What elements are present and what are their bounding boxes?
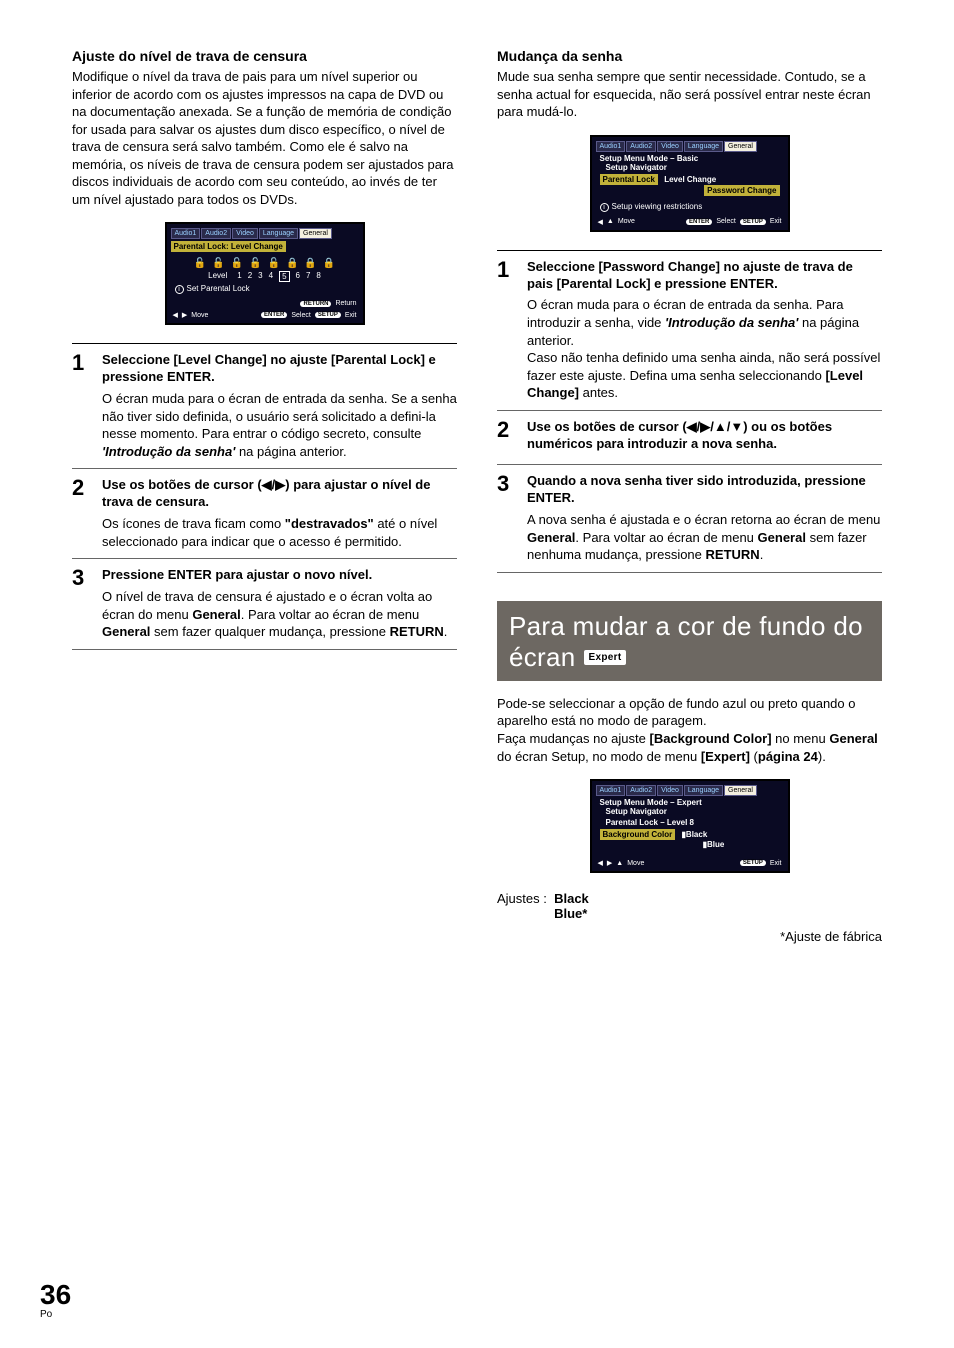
step-3: 3 Pressione ENTER para ajustar o novo ní…	[72, 567, 457, 650]
step-title: Seleccione [Level Change] no ajuste [Par…	[102, 352, 457, 386]
ui-bar: Parental Lock: Level Change	[171, 241, 286, 252]
left-column: Ajuste do nível de trava de censura Modi…	[72, 48, 457, 944]
page-footer: 36 Po	[40, 1281, 71, 1320]
lock-open-icon: 🔓	[212, 258, 224, 269]
ui-tab: Audio2	[201, 228, 231, 239]
step-title: Pressione ENTER para ajustar o novo níve…	[102, 567, 457, 584]
level-selected: 5	[279, 271, 289, 282]
info-icon: i	[175, 285, 184, 294]
step-desc: O nível de trava de censura é ajustado e…	[102, 588, 457, 641]
ui-tab: Audio1	[171, 228, 201, 239]
cursor-up-icon: ▲	[607, 218, 614, 225]
cursor-right-icon: ▶	[182, 311, 187, 319]
ajustes-list: Ajustes : Black Ajustes : Blue*	[497, 891, 882, 921]
return-pill: RETURN	[300, 301, 331, 307]
ui-parental-level: Audio1 Audio2 Video Language General Par…	[165, 222, 365, 325]
step-2: 2 Use os botões de cursor (◀/▶) para aju…	[72, 477, 457, 559]
enter-pill: ENTER	[261, 312, 287, 318]
lock-closed-icon: 🔒	[323, 258, 335, 269]
step-2: 2 Use os botões de cursor (◀/▶/▲/▼) ou o…	[497, 419, 882, 466]
cursor-left-icon: ◀	[173, 311, 178, 319]
right-heading: Mudança da senha	[497, 48, 882, 64]
step-3: 3 Quando a nova senha tiver sido introdu…	[497, 473, 882, 572]
ui-tab-active: General	[299, 228, 332, 239]
cursor-left-icon: ◀	[598, 218, 603, 226]
step-1: 1 Seleccione [Level Change] no ajuste [P…	[72, 352, 457, 469]
ui-background-color: Audio1 Audio2 Video Language General Set…	[590, 779, 790, 873]
cursor-right-icon: ▶	[607, 859, 612, 867]
lock-open-icon: 🔓	[231, 258, 243, 269]
step-1: 1 Seleccione [Password Change] no ajuste…	[497, 259, 882, 411]
level-label: Level	[208, 271, 227, 282]
step-title: Use os botões de cursor (◀/▶) para ajust…	[102, 477, 457, 511]
lock-closed-icon: 🔒	[304, 258, 316, 269]
left-intro: Modifique o nível da trava de pais para …	[72, 68, 457, 208]
cursor-up-icon: ▲	[616, 860, 623, 867]
after-banner-text: Pode-se seleccionar a opção de fundo azu…	[497, 695, 882, 765]
section-banner: Para mudar a cor de fundo do écran Exper…	[497, 601, 882, 681]
ui-tab: Language	[259, 228, 298, 239]
password-change-option: Password Change	[704, 185, 779, 196]
right-column: Mudança da senha Mude sua senha sempre q…	[497, 48, 882, 944]
info-icon: i	[600, 203, 609, 212]
right-intro: Mude sua senha sempre que sentir necessi…	[497, 68, 882, 121]
lock-closed-icon: 🔒	[286, 258, 298, 269]
page-number: 36	[40, 1281, 71, 1309]
lock-open-icon: 🔓	[268, 258, 280, 269]
step-desc: O écran muda para o écran de entrada da …	[102, 390, 457, 460]
lock-open-icon: 🔓	[194, 258, 206, 269]
ui-tab: Video	[232, 228, 258, 239]
page-lang: Po	[40, 1309, 71, 1320]
left-heading: Ajuste do nível de trava de censura	[72, 48, 457, 64]
lock-open-icon: 🔓	[249, 258, 261, 269]
step-desc: Os ícones de trava ficam como "destravad…	[102, 515, 457, 550]
expert-badge: Expert	[584, 650, 627, 665]
factory-note: *Ajuste de fábrica	[497, 929, 882, 944]
ui-password-change: Audio1 Audio2 Video Language General Set…	[590, 135, 790, 232]
cursor-left-icon: ◀	[598, 859, 603, 867]
setup-pill: SETUP	[315, 312, 341, 318]
